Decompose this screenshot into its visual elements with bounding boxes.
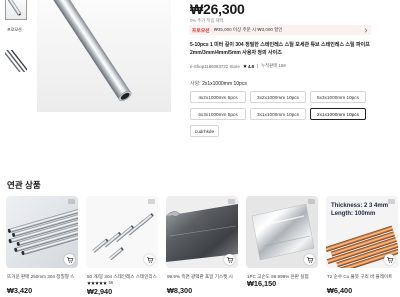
cart-add-icon	[146, 256, 153, 263]
related-product-card[interactable]: Thickness: 2 3 4mm Length: 100mm T2 순수 C…	[326, 196, 398, 296]
option-chip[interactable]: 6x3x1000mm 5pcs	[190, 108, 246, 120]
promotion-text: ₩35,000 이상 주문 시 ₩3,000 할인	[213, 27, 283, 32]
related-product-price: ₩3,420	[7, 286, 33, 295]
selected-spec: 사양: 2x1x1000mm 10pcs	[190, 81, 247, 87]
related-product-card[interactable]: 1PC 고순도 99.999% 은판 실험 ₩16,150	[246, 196, 318, 296]
add-to-cart-button[interactable]	[384, 254, 395, 265]
related-product-image[interactable]: Thickness: 2 3 4mm Length: 100mm	[326, 196, 398, 268]
rating-count: 56	[108, 280, 114, 285]
add-to-cart-button[interactable]	[144, 254, 155, 265]
image-overlay-text: Thickness: 2 3 4mm Length: 100mm	[331, 203, 388, 218]
cart-add-icon	[386, 256, 393, 263]
related-product-card[interactable]: 50 개/봉 304 스테인레스 스테인리스 56 ₩2,940	[86, 196, 158, 296]
image-badge	[228, 199, 235, 204]
chevron-right-icon	[364, 27, 368, 33]
related-product-title[interactable]: T2 순수 Cu 풀봇 구리 바 플레이트	[327, 274, 397, 280]
add-to-cart-button[interactable]	[224, 254, 235, 265]
store-info: e-Shop1166083722 Store 4.8 누적판매 158	[190, 63, 286, 69]
related-product-title[interactable]: 99.9% 측면 광택판 포일 기스켓 시	[167, 274, 237, 280]
related-product-title[interactable]: 뜨거운 판매 250mm 304 정밀형 스	[7, 274, 77, 280]
add-to-cart-button[interactable]	[304, 254, 315, 265]
option-chip[interactable]: 4x2x1000mm 5pcs	[190, 91, 246, 103]
price-note: 0% 추가 적립 혜택	[190, 18, 224, 23]
cart-add-icon	[66, 256, 73, 263]
promotion-badge: 프로모션	[192, 28, 210, 34]
related-products-heading: 연관 상품	[7, 180, 41, 190]
product-title: 5-10pcs 1 미터 길이 304 정밀한 스테인레스 스틸 모세관 튜브 …	[190, 42, 370, 56]
thumbnail-tube-image	[6, 0, 26, 19]
related-product-card[interactable]: 뜨거운 판매 250mm 304 정밀형 스 ₩3,420	[6, 196, 78, 296]
image-badge	[68, 199, 75, 204]
related-product-price: ₩8,300	[167, 286, 193, 295]
spec-value: 2x1x1000mm 10pcs	[202, 81, 247, 87]
option-chip[interactable]: cudrhkde	[190, 125, 219, 137]
image-badge	[308, 199, 315, 204]
thumbnail-caption: 프로모션	[7, 27, 22, 32]
related-product-price: ₩2,940	[87, 287, 113, 296]
image-badge	[148, 199, 155, 204]
image-badge	[388, 199, 395, 204]
related-product-image[interactable]	[166, 196, 238, 268]
store-name-link[interactable]: e-Shop1166083722 Store	[190, 64, 240, 69]
related-product-image[interactable]	[6, 196, 78, 268]
related-product-card[interactable]: 99.9% 측면 광택판 포일 기스켓 시 ₩8,300	[166, 196, 238, 296]
image-text-thickness: Thickness: 2 3 4mm	[331, 203, 389, 209]
related-product-price: ₩6,400	[327, 286, 353, 295]
store-rating-value: 4.8	[247, 63, 255, 69]
promotion-bar[interactable]: 프로모션 ₩35,000 이상 주문 시 ₩3,000 할인	[189, 25, 371, 35]
store-sales: 누적판매 158	[261, 63, 286, 68]
add-to-cart-button[interactable]	[64, 254, 75, 265]
related-product-image[interactable]	[246, 196, 318, 268]
option-chip[interactable]: 2x1x1000mm 10pcs	[310, 108, 366, 120]
star-icon	[243, 64, 247, 68]
thumbnail-tubes-image	[5, 50, 27, 72]
cart-add-icon	[226, 256, 233, 263]
thumbnail-2[interactable]: 프로모션	[5, 24, 27, 46]
rating-stars	[87, 280, 107, 285]
divider	[257, 64, 259, 68]
product-price: ₩26,300	[190, 1, 245, 17]
option-chip[interactable]: 3x1x1000mm 10pcs	[250, 108, 306, 120]
star-icon	[103, 280, 107, 285]
spec-label: 사양:	[190, 81, 201, 87]
option-chip[interactable]: 5x3x1000mm 10pcs	[310, 91, 366, 103]
related-product-price: ₩16,150	[247, 279, 277, 288]
image-text-length: Length: 100mm	[331, 210, 376, 217]
thumbnail-1[interactable]	[5, 0, 27, 20]
steel-tube-picture	[37, 0, 171, 112]
thumbnail-3[interactable]	[5, 50, 27, 72]
store-rating: 4.8	[243, 64, 254, 69]
option-chip[interactable]: 3x2x1000mm 10pcs	[250, 91, 306, 103]
cart-add-icon	[306, 256, 313, 263]
main-product-image[interactable]	[37, 0, 171, 112]
related-product-image[interactable]	[86, 196, 158, 268]
related-product-rating: 56	[87, 280, 113, 285]
